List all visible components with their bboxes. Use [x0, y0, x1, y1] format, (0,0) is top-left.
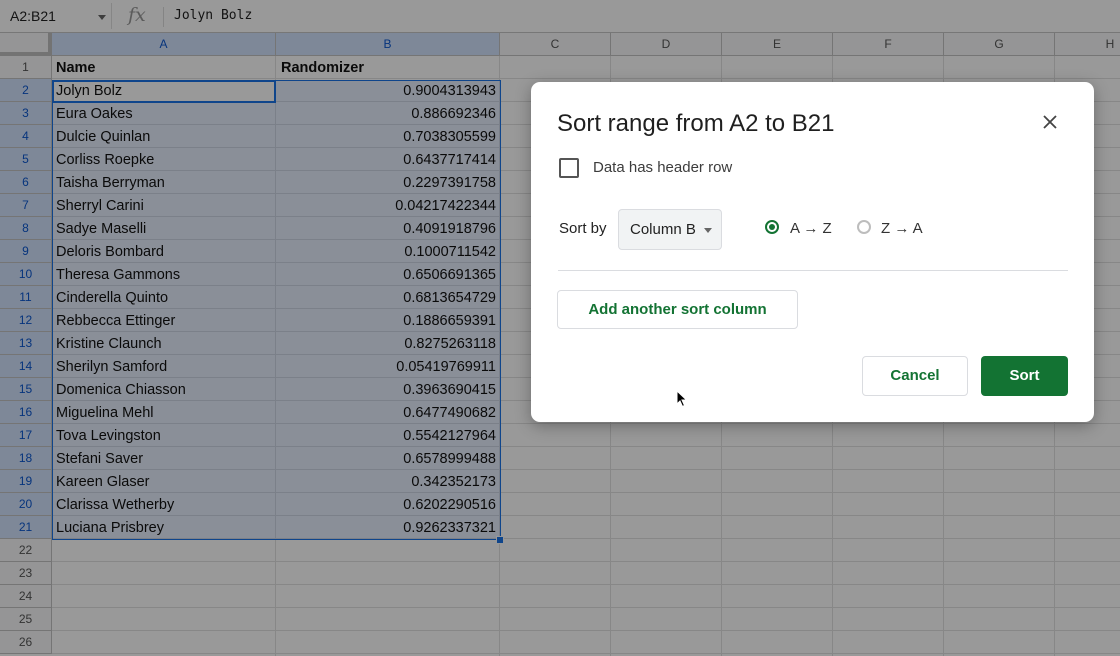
radio-z-to-a-label[interactable]: Z → A [881, 220, 923, 237]
dialog-divider [558, 270, 1068, 271]
cancel-button[interactable]: Cancel [862, 356, 968, 396]
sort-column-value: Column B [630, 221, 696, 238]
dialog-title: Sort range from A2 to B21 [557, 110, 835, 137]
mouse-cursor-icon [676, 389, 688, 413]
add-sort-column-button[interactable]: Add another sort column [557, 290, 798, 329]
chevron-down-icon [704, 228, 712, 233]
sort-column-select[interactable]: Column B [618, 209, 722, 250]
radio-z-to-a[interactable] [857, 220, 871, 234]
sort-by-label: Sort by [559, 220, 607, 237]
radio-a-to-z-label[interactable]: A → Z [790, 220, 832, 237]
header-row-checkbox[interactable] [559, 158, 579, 178]
close-icon[interactable] [1037, 109, 1063, 135]
header-row-label: Data has header row [593, 159, 733, 176]
sort-button[interactable]: Sort [981, 356, 1068, 396]
radio-a-to-z[interactable] [765, 220, 779, 234]
sort-range-dialog: Sort range from A2 to B21 Data has heade… [531, 82, 1094, 422]
